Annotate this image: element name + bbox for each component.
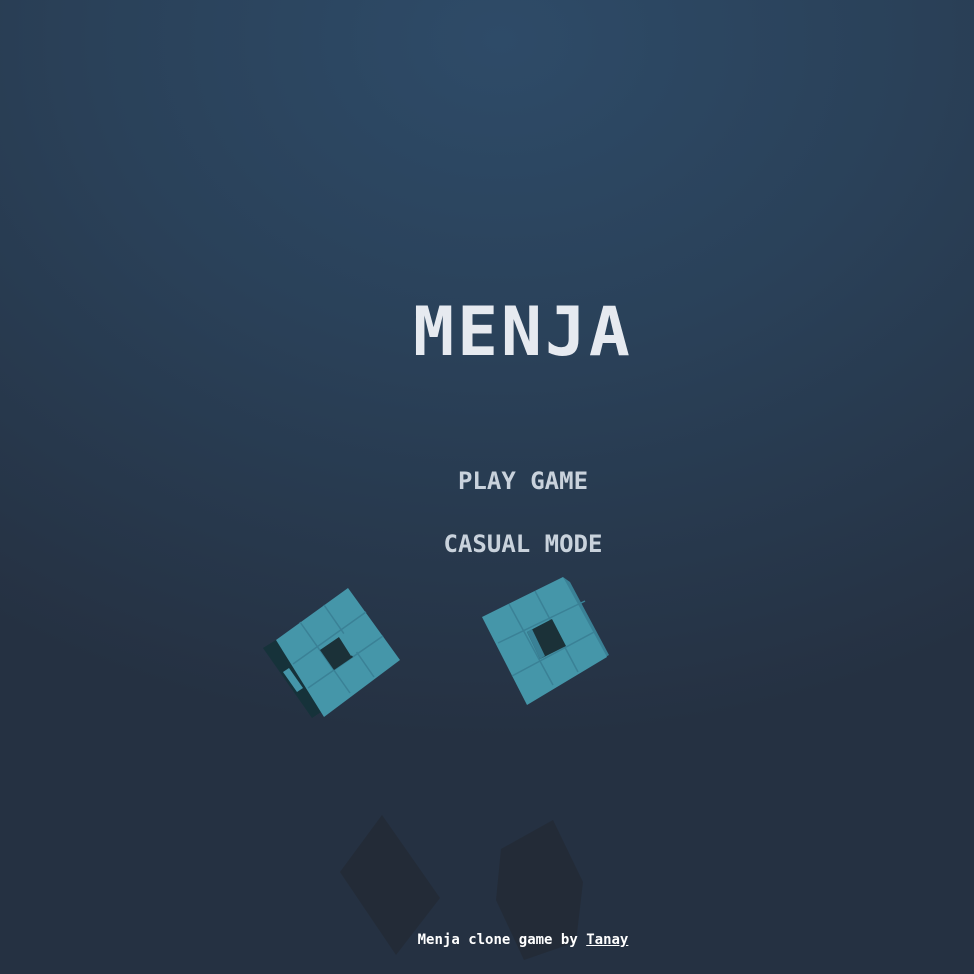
play-game-button[interactable]: PLAY GAME xyxy=(0,464,974,498)
cube-right xyxy=(482,577,609,705)
casual-mode-button[interactable]: CASUAL MODE xyxy=(0,527,974,561)
cube-left xyxy=(263,588,400,718)
footer-prefix: Menja clone game by xyxy=(417,932,578,948)
author-link[interactable]: Tanay xyxy=(586,932,628,948)
game-title: MENJA xyxy=(413,293,633,372)
footer-credit: Menja clone game by Tanay xyxy=(0,929,974,951)
